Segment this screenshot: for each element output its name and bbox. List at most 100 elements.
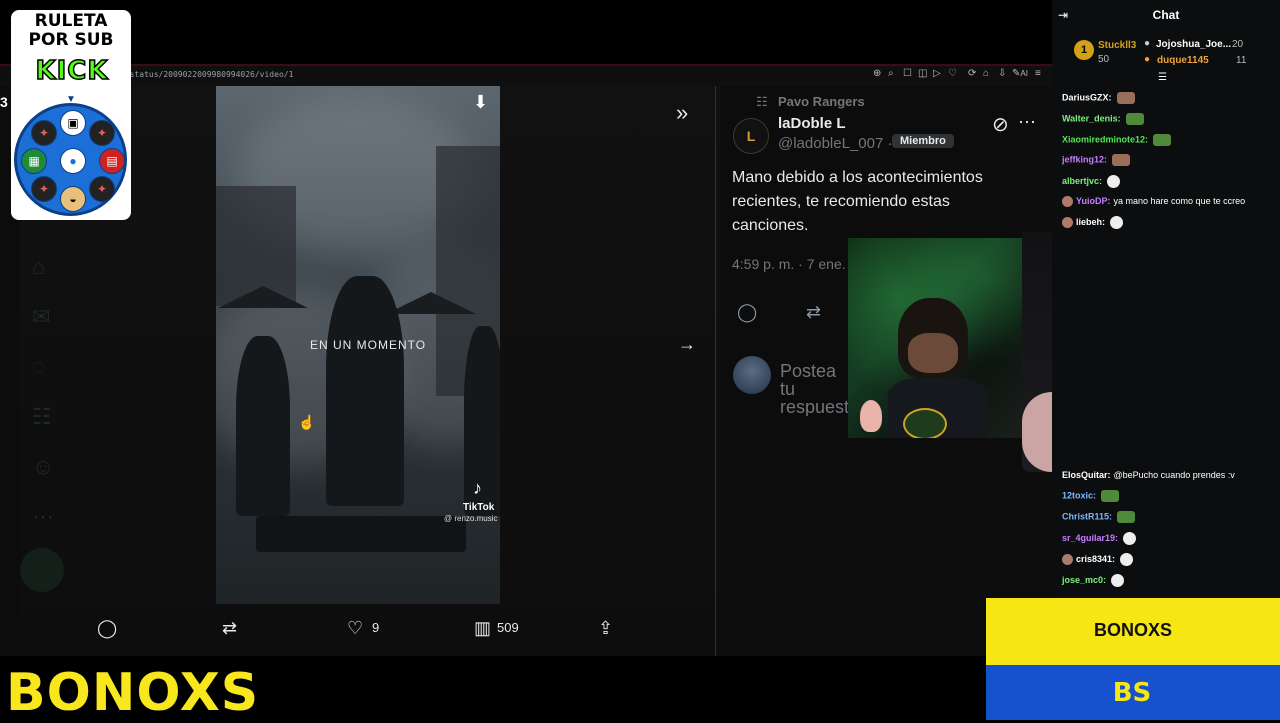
stray-digit: 3 (0, 94, 8, 110)
next-media-arrow-icon[interactable]: → (678, 334, 696, 355)
download-toolbar-icon[interactable]: ⇩ (998, 68, 1006, 79)
wheel-slot-icon: ▤ (99, 148, 125, 174)
community-name[interactable]: Pavo Rangers (778, 94, 865, 109)
leaderboard-user-icon: ● (1144, 54, 1151, 65)
ghost-grok-icon: ◌ (32, 354, 46, 379)
author-avatar[interactable]: L (733, 118, 769, 154)
user-badge-icon (1062, 554, 1073, 565)
video-caption: EN UN MOMENTO (310, 338, 427, 352)
chat-message-text: ya mano hare como que te ccreo (1113, 196, 1246, 206)
menu-icon[interactable]: ≡ (1035, 68, 1041, 79)
post-reply-icon[interactable]: ◯ (737, 302, 757, 323)
chat-username[interactable]: jeffking12: (1062, 154, 1107, 164)
wheel-slot-icon: ✦ (31, 120, 57, 146)
play-icon[interactable]: ▷ (933, 68, 941, 79)
user-badge-icon (1062, 196, 1073, 208)
chat-username[interactable]: ChristR115: (1062, 511, 1112, 521)
chat-username[interactable]: jose_mc0: (1062, 575, 1106, 585)
leaderboard-count-2: 20 (1232, 39, 1244, 50)
chat-username[interactable]: Xiaomiredminote12: (1062, 134, 1148, 144)
share-icon[interactable]: ⇪ (598, 618, 613, 639)
leaderboard-count-1: 50 (1098, 54, 1110, 65)
chat-username[interactable]: sr_4guilar19: (1062, 533, 1118, 543)
ghost-compose-button (20, 548, 64, 592)
chat-username[interactable]: 12toxic: (1062, 490, 1096, 500)
skull-emote-icon (1110, 216, 1124, 229)
view-count: 509 (497, 620, 519, 635)
download-icon[interactable]: ⬇ (473, 92, 488, 113)
member-badge: Miembro (892, 134, 954, 148)
author-name[interactable]: laDoble L (778, 115, 846, 132)
leaderboard-count-3: 11 (1236, 55, 1247, 66)
chat-message: jose_mc0: (1062, 574, 1125, 587)
chat-message: Xiaomiredminote12: (1062, 134, 1172, 146)
chat-username[interactable]: albertjvc: (1062, 176, 1102, 186)
leaderboard-rank-badge: 1 (1074, 40, 1094, 60)
more-options-icon[interactable]: ⋯ (1018, 112, 1036, 133)
my-avatar (733, 356, 771, 394)
extension-icon[interactable]: ◫ (918, 68, 927, 79)
face-emote-icon (1112, 154, 1131, 166)
post-text: Mano debido a los acontecimientos recien… (732, 169, 983, 234)
pepe-emote-icon (1125, 113, 1144, 125)
chat-username[interactable]: ElosQuitar: (1062, 470, 1111, 480)
pepe-emote-icon (1153, 134, 1172, 146)
leaderboard-name-3[interactable]: duque1145 (1157, 55, 1209, 66)
zoom-icon[interactable]: ⊕ (873, 68, 881, 79)
streamer-webcam (848, 238, 1022, 438)
panel-divider (715, 86, 716, 656)
chat-message: DariusGZX: (1062, 92, 1135, 104)
chat-message-text: @bePucho cuando prendes :v (1113, 470, 1235, 480)
community-icon: ☷ (756, 94, 768, 109)
chat-username[interactable]: Walter_denis: (1062, 113, 1121, 123)
reply-icon[interactable]: ◯ (97, 618, 117, 639)
expand-panel-icon[interactable]: » (676, 100, 688, 126)
skull-emote-icon (1111, 574, 1125, 587)
chat-username[interactable]: DariusGZX: (1062, 92, 1112, 102)
ghost-more-icon: ⋯ (32, 504, 54, 529)
lock-icon[interactable]: ⌂ (983, 68, 989, 79)
pepe-emote-icon (1117, 511, 1136, 523)
leaderboard-user-icon: ● (1144, 38, 1151, 49)
ai-label: AI (1020, 69, 1028, 78)
wheel-slot-icon: ✦ (89, 176, 115, 202)
leaderboard-name-2[interactable]: Jojoshua_Joe... (1156, 39, 1231, 50)
wheel-slot-icon: ▦ (21, 148, 47, 174)
views-icon: ▥ (474, 618, 492, 638)
chat-username[interactable]: YuioDP: (1076, 196, 1111, 206)
wheel-slot-icon: ✦ (31, 176, 57, 202)
grok-icon[interactable]: ⊘ (992, 112, 1009, 137)
bonoxs-logo: BONOXS (6, 663, 260, 723)
like-icon[interactable]: ♡ (347, 618, 363, 639)
skull-emote-icon (1120, 553, 1134, 566)
prize-wheel: ▣ ✦ ▤ ✦ ◒ ✦ ▦ ✦ ● (14, 103, 127, 216)
chat-username[interactable]: cris8341: (1076, 554, 1115, 564)
repost-icon[interactable]: ⇄ (222, 618, 237, 639)
chat-message: ChristR115: (1062, 511, 1136, 523)
ruleta-title-line2: POR SUB (28, 30, 114, 50)
chat-message: cris8341: (1062, 553, 1134, 566)
reply-input[interactable]: Postea tu respuesta (780, 362, 850, 416)
wheel-center-icon: ● (60, 148, 86, 174)
post-timestamp[interactable]: 4:59 p. m. · 7 ene. (732, 256, 846, 272)
chat-filter-icon[interactable]: ☰ (1158, 72, 1167, 83)
skull-emote-icon (1123, 532, 1137, 545)
chat-panel (1052, 0, 1280, 598)
author-handle[interactable]: @ladobleL_007 · (778, 135, 892, 152)
bonoxs-mini-logo: BS (1112, 678, 1152, 708)
sync-icon[interactable]: ⟳ (968, 68, 976, 79)
pepe-emote-icon (1101, 490, 1120, 502)
leaderboard-name-1[interactable]: Stuckll3 (1098, 40, 1136, 51)
bonoxs-banner-label: BONOXS (1093, 620, 1172, 640)
kick-logo: KICK (35, 55, 109, 87)
ruleta-title-line1: RULETA (34, 11, 108, 31)
ai-icon[interactable]: ✎AI (1012, 68, 1028, 79)
chat-username[interactable]: liebeh: (1076, 217, 1105, 227)
browser-url[interactable]: 7/status/2009022009980994026/video/1 (120, 70, 293, 79)
bookmark-icon[interactable]: ☐ (903, 68, 912, 79)
ghost-community-icon: ☷ (32, 404, 52, 429)
heart-icon[interactable]: ♡ (948, 68, 957, 79)
chat-message: ElosQuitar: @bePucho cuando prendes :v (1062, 470, 1235, 480)
post-repost-icon[interactable]: ⇄ (806, 302, 821, 323)
search-icon[interactable]: ⌕ (888, 68, 894, 79)
